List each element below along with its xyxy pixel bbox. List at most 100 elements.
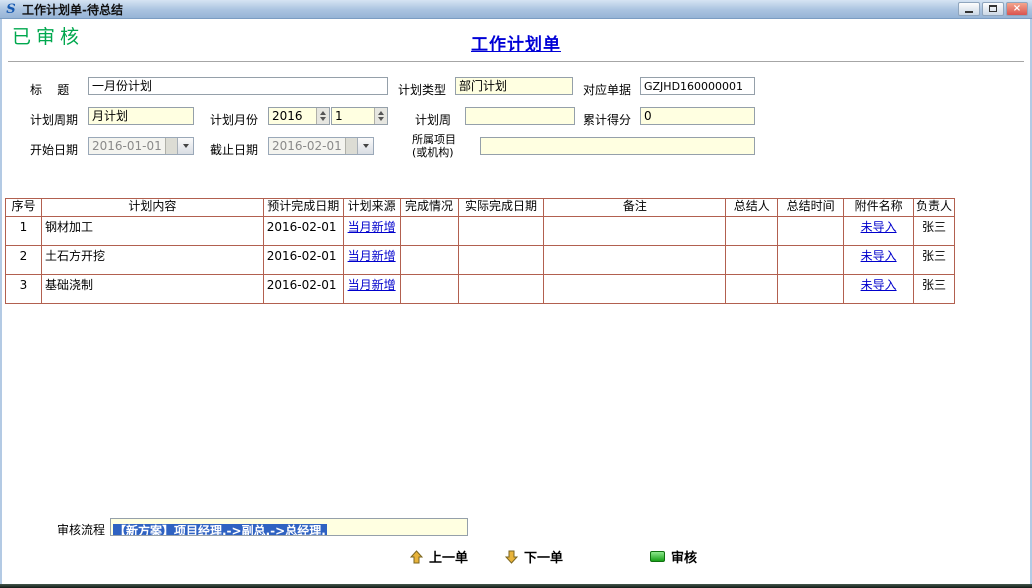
plan-cycle-field[interactable]: 月计划 (88, 107, 194, 125)
end-date-field[interactable]: 2016-02-01 (268, 137, 374, 155)
close-button[interactable]: × (1006, 2, 1028, 16)
cell-remark (544, 275, 726, 303)
total-score-label: 累计得分 (583, 111, 631, 128)
prev-doc-button[interactable]: 上一单 (410, 547, 468, 566)
cell-attachment: 未导入 (844, 275, 914, 303)
end-date-label: 截止日期 (210, 141, 258, 158)
project-field[interactable] (480, 137, 755, 155)
down-arrow-icon (505, 550, 518, 564)
audit-flow-field[interactable]: 【新方案】项目经理.->副总.->总经理. (110, 518, 468, 536)
cell-summarizer (726, 246, 778, 274)
cell-attachment: 未导入 (844, 246, 914, 274)
col-header: 计划内容 (42, 199, 264, 216)
divider (8, 61, 1024, 63)
attachment-link[interactable]: 未导入 (861, 220, 897, 234)
cell-source: 当月新增 (344, 217, 401, 245)
cell-summarizer (726, 217, 778, 245)
prev-doc-label: 上一单 (429, 547, 468, 566)
month-spinner[interactable] (374, 108, 387, 124)
cell-actual-date (459, 246, 545, 274)
cell-actual-date (459, 217, 545, 245)
titlebar: S 工作计划单-待总结 × (0, 0, 1032, 19)
cell-no: 1 (6, 217, 42, 245)
plan-table: 序号 计划内容 预计完成日期 计划来源 完成情况 实际完成日期 备注 总结人 总… (5, 198, 955, 304)
source-link[interactable]: 当月新增 (348, 278, 396, 292)
next-doc-button[interactable]: 下一单 (505, 547, 563, 566)
table-row[interactable]: 1 钢材加工 2016-02-01 当月新增 未导入 张三 (6, 217, 955, 246)
col-header: 备注 (544, 199, 726, 216)
plan-type-label: 计划类型 (398, 81, 446, 98)
cell-owner: 张三 (914, 217, 955, 245)
start-date-dropdown-button[interactable] (177, 138, 193, 154)
col-header: 预计完成日期 (264, 199, 344, 216)
table-row[interactable]: 3 基础浇制 2016-02-01 当月新增 未导入 张三 (6, 275, 955, 304)
cell-attachment: 未导入 (844, 217, 914, 245)
plan-week-field[interactable] (465, 107, 575, 125)
project-label: 所属项目(或机构) (412, 133, 476, 159)
cell-summary-time (778, 275, 844, 303)
source-link[interactable]: 当月新增 (348, 249, 396, 263)
cell-remark (544, 217, 726, 245)
col-header: 总结人 (726, 199, 778, 216)
title-label: 标 题 (30, 81, 69, 98)
cell-actual-date (459, 275, 545, 303)
audit-flow-label: 审核流程 (57, 521, 105, 538)
cell-content: 钢材加工 (42, 217, 264, 245)
plan-month-label: 计划月份 (210, 111, 258, 128)
audit-flow-value: 【新方案】项目经理.->副总.->总经理. (113, 524, 327, 536)
col-header: 实际完成日期 (459, 199, 545, 216)
attachment-link[interactable]: 未导入 (861, 249, 897, 263)
cell-summarizer (726, 275, 778, 303)
spinner-up-icon (378, 111, 384, 115)
table-row[interactable]: 2 土石方开挖 2016-02-01 当月新增 未导入 张三 (6, 246, 955, 275)
cell-no: 2 (6, 246, 42, 274)
source-link[interactable]: 当月新增 (348, 220, 396, 234)
table-header-row: 序号 计划内容 预计完成日期 计划来源 完成情况 实际完成日期 备注 总结人 总… (6, 199, 955, 217)
cell-expected-date: 2016-02-01 (264, 246, 344, 274)
col-header: 附件名称 (844, 199, 914, 216)
col-header: 负责人 (914, 199, 955, 216)
minimize-button[interactable] (958, 2, 980, 16)
plan-month-field[interactable]: 1 (331, 107, 388, 125)
cell-expected-date: 2016-02-01 (264, 217, 344, 245)
title-field[interactable]: 一月份计划 (88, 77, 388, 95)
col-header: 完成情况 (401, 199, 459, 216)
plan-cycle-label: 计划周期 (30, 111, 78, 128)
audit-button[interactable]: 审核 (650, 547, 697, 566)
start-date-label: 开始日期 (30, 141, 78, 158)
cell-summary-time (778, 246, 844, 274)
maximize-icon (989, 5, 997, 12)
spinner-up-icon (320, 111, 326, 115)
cell-source: 当月新增 (344, 246, 401, 274)
doc-no-label: 对应单据 (583, 81, 631, 98)
plan-year-value: 2016 (272, 109, 303, 123)
chevron-down-icon (183, 144, 189, 148)
audit-icon (650, 551, 665, 562)
window-border-left (0, 19, 2, 588)
attachment-link[interactable]: 未导入 (861, 278, 897, 292)
year-spinner[interactable] (316, 108, 329, 124)
plan-type-field[interactable]: 部门计划 (455, 77, 573, 95)
cell-owner: 张三 (914, 246, 955, 274)
maximize-button[interactable] (982, 2, 1004, 16)
start-date-field[interactable]: 2016-01-01 (88, 137, 194, 155)
end-date-dropdown-button[interactable] (357, 138, 373, 154)
minimize-icon (965, 11, 973, 13)
col-header: 序号 (6, 199, 42, 216)
plan-year-field[interactable]: 2016 (268, 107, 330, 125)
window-bottom-edge (0, 584, 1032, 588)
audit-label: 审核 (671, 547, 697, 566)
window-controls: × (958, 2, 1028, 16)
cell-status (401, 217, 459, 245)
chevron-down-icon (363, 144, 369, 148)
end-date-value: 2016-02-01 (269, 138, 345, 154)
page-title: 工作计划单 (0, 30, 1032, 55)
cell-source: 当月新增 (344, 275, 401, 303)
col-header: 总结时间 (778, 199, 844, 216)
total-score-field: 0 (640, 107, 755, 125)
cell-content: 土石方开挖 (42, 246, 264, 274)
cell-expected-date: 2016-02-01 (264, 275, 344, 303)
start-date-value: 2016-01-01 (89, 138, 165, 154)
plan-week-label: 计划周 (415, 111, 451, 128)
app-window: S 工作计划单-待总结 × 已审核 工作计划单 标 题 一月份计划 计划类型 部… (0, 0, 1032, 588)
